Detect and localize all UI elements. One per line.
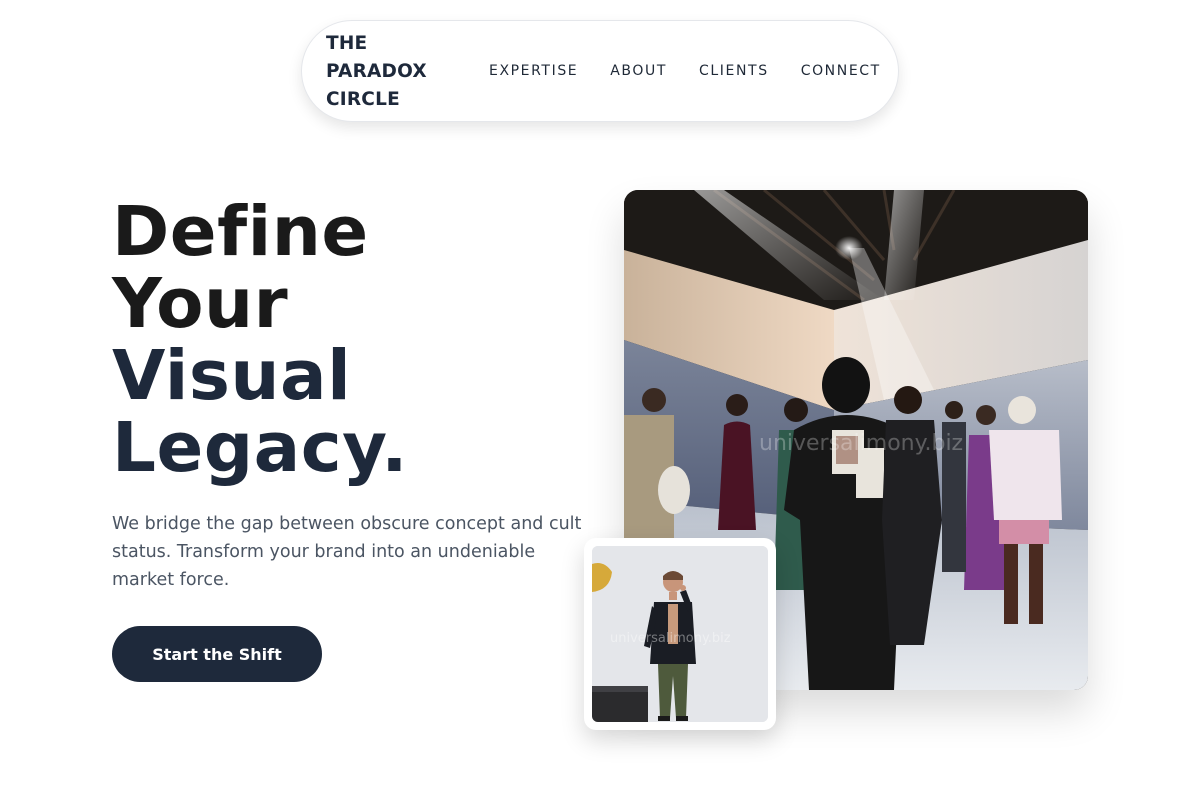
headline-line-3: Visual: [112, 336, 352, 416]
inset-image-card: universalimony.biz: [584, 538, 776, 730]
inset-image-watermark: universalimony.biz: [610, 631, 731, 646]
nav-link-expertise[interactable]: EXPERTISE: [489, 63, 578, 79]
headline-line-4: Legacy.: [112, 408, 408, 488]
headline-line-1: Define: [112, 192, 369, 272]
headline-line-2: Your: [112, 264, 289, 344]
hero-subcopy: We bridge the gap between obscure concep…: [112, 514, 582, 590]
top-nav: THE PARADOX CIRCLE EXPERTISE ABOUT CLIEN…: [301, 20, 899, 122]
main-image-watermark: universalimony.biz: [759, 431, 963, 456]
start-shift-button[interactable]: Start the Shift: [112, 626, 322, 682]
brand-line-2: PARADOX: [326, 61, 427, 82]
nav-link-about[interactable]: ABOUT: [610, 63, 667, 79]
brand-line-1: THE: [326, 33, 368, 54]
hero-headline: Define Your Visual Legacy.: [112, 196, 572, 484]
brand-logo[interactable]: THE PARADOX CIRCLE: [326, 30, 446, 114]
brand-line-3: CIRCLE: [326, 89, 400, 110]
nav-link-clients[interactable]: CLIENTS: [699, 63, 769, 79]
nav-links: EXPERTISE ABOUT CLIENTS CONNECT: [489, 21, 881, 121]
nav-link-connect[interactable]: CONNECT: [801, 63, 881, 79]
inset-model-image: universalimony.biz: [592, 546, 768, 722]
